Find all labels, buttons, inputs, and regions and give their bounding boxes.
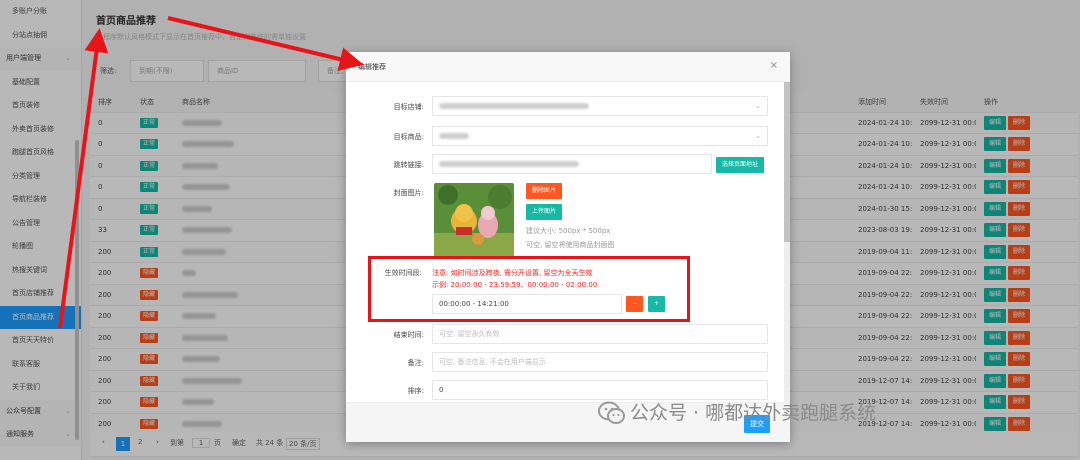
dialog-title: 编辑推荐: [358, 63, 386, 71]
annotation-highlight-box: [368, 256, 690, 322]
remark-input[interactable]: 可空, 备注信息, 不会在用户端显示: [432, 352, 768, 372]
select-page-url-button[interactable]: 选择页面地址: [716, 157, 765, 173]
goods-label: 目标商品:: [393, 133, 424, 141]
target-goods-select[interactable]: ⌄: [432, 126, 768, 146]
dialog-scrollbar[interactable]: [784, 82, 790, 402]
store-label: 目标店铺:: [393, 103, 424, 111]
sort-label: 排序:: [407, 387, 424, 395]
wechat-icon: [598, 401, 625, 424]
cover-label: 封面图片:: [393, 189, 424, 197]
chevron-down-icon: ⌄: [755, 132, 761, 140]
target-store-select[interactable]: ⌄: [432, 96, 768, 116]
watermark-text: 公众号 · 哪都达外卖跑腿系统: [630, 402, 877, 424]
cover-image: [434, 183, 514, 259]
link-label: 跳转链接:: [393, 161, 424, 169]
size-hint: 建议大小: 500px * 500px: [526, 227, 611, 235]
sort-input[interactable]: 0: [432, 380, 768, 400]
chevron-down-icon: ⌄: [755, 102, 761, 110]
dialog-header: 编辑推荐 ×: [346, 52, 790, 82]
end-time-input[interactable]: 可空, 留空永久有效: [432, 324, 768, 344]
jump-link-input[interactable]: [432, 154, 712, 174]
end-time-label: 结束时间:: [393, 331, 424, 339]
close-icon[interactable]: ×: [770, 60, 778, 71]
cover-empty-hint: 可空, 留空将使用商品封面图: [526, 241, 615, 249]
delete-image-button[interactable]: 删除图片: [526, 183, 563, 199]
upload-image-button[interactable]: 上传图片: [526, 204, 563, 220]
remark-label: 备注:: [407, 359, 424, 367]
edit-recommend-dialog: 编辑推荐 × 目标店铺: ⌄ 目标商品: ⌄ 跳转链接: 选择页面地址 封面图片…: [346, 52, 790, 442]
